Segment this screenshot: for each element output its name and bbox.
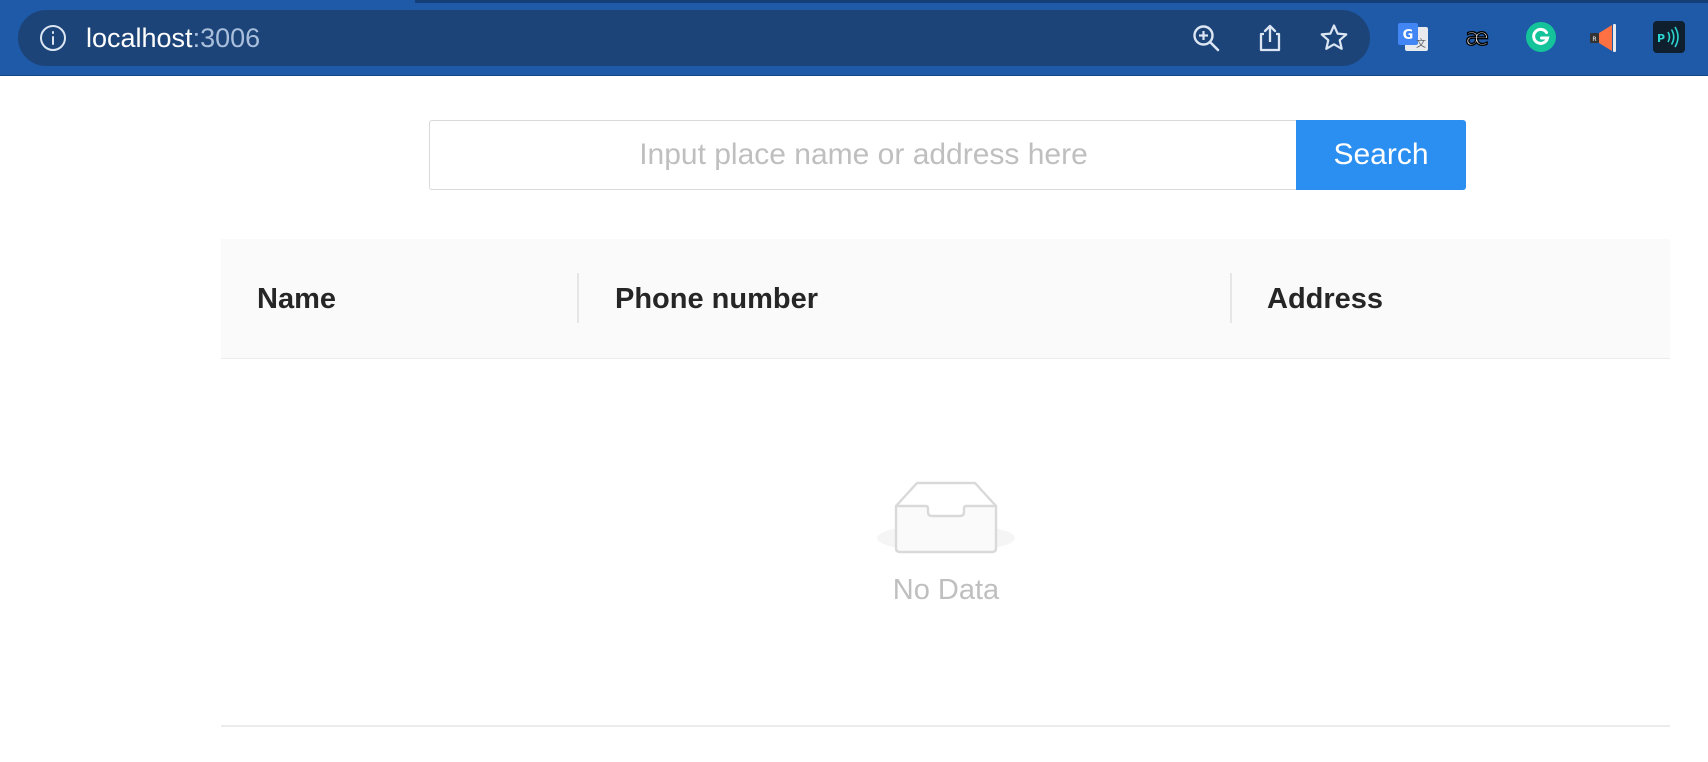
column-divider: [1230, 273, 1232, 323]
svg-text:R: R: [1592, 36, 1596, 43]
svg-text:G: G: [1403, 28, 1414, 43]
ae-extension-icon[interactable]: æ: [1460, 20, 1494, 54]
browser-toolbar: localhost:3006 G 文 æ R P: [0, 0, 1708, 76]
column-divider: [577, 273, 579, 323]
svg-text:P: P: [1657, 32, 1665, 45]
empty-inbox-icon: [876, 464, 1016, 564]
search-bar: Search: [429, 120, 1466, 190]
share-icon[interactable]: [1254, 22, 1286, 54]
search-input[interactable]: [429, 120, 1297, 190]
empty-state-text: No Data: [892, 574, 1000, 606]
column-header-phone-number[interactable]: Phone number: [615, 239, 818, 359]
url-port: :3006: [192, 23, 261, 53]
info-icon[interactable]: [40, 25, 66, 51]
sound-extension-icon[interactable]: P: [1652, 20, 1686, 54]
table-header: Name Phone number Address: [221, 239, 1670, 359]
grammarly-icon[interactable]: [1524, 20, 1558, 54]
column-header-name[interactable]: Name: [257, 239, 336, 359]
svg-text:文: 文: [1416, 37, 1426, 50]
url-host: localhost: [86, 23, 193, 53]
table-bottom-border: [221, 725, 1670, 727]
tab-strip-edge: [415, 0, 1708, 3]
google-translate-icon[interactable]: G 文: [1396, 20, 1430, 54]
address-bar[interactable]: localhost:3006: [18, 10, 1370, 66]
url-text[interactable]: localhost:3006: [86, 22, 260, 54]
svg-text:æ: æ: [1465, 23, 1489, 51]
column-header-address[interactable]: Address: [1267, 239, 1383, 359]
search-button[interactable]: Search: [1296, 120, 1466, 190]
bookmark-star-icon[interactable]: [1318, 22, 1350, 54]
results-table: Name Phone number Address No Data: [221, 239, 1670, 727]
megaphone-extension-icon[interactable]: R: [1588, 20, 1622, 54]
zoom-in-icon[interactable]: [1190, 22, 1222, 54]
